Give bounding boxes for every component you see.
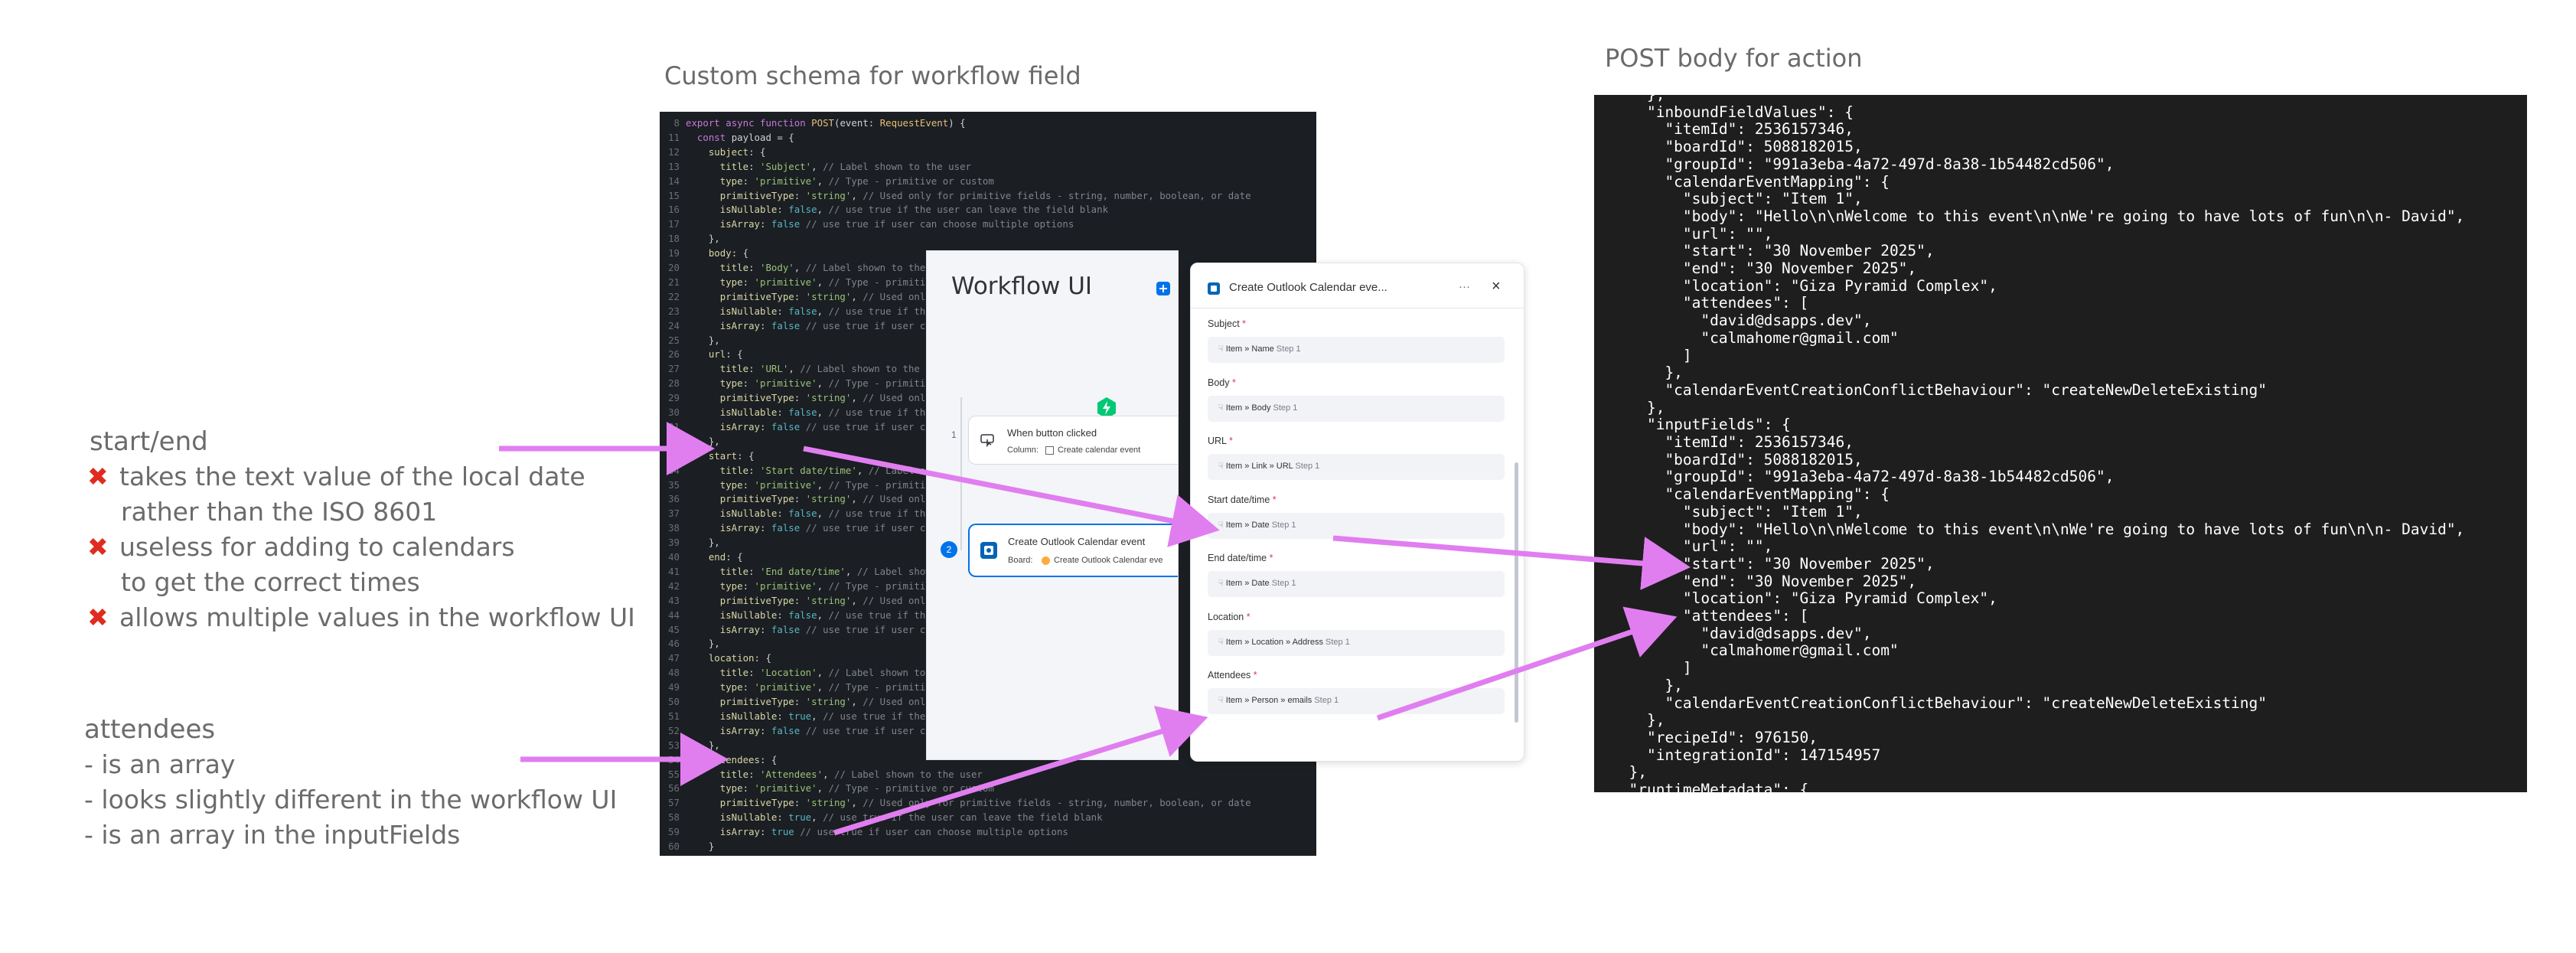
arrow-ui-attendees-to-post [1376,606,1678,721]
arrow-ui-start-to-post [1332,535,1691,590]
arrow-attendees-to-ui [833,706,1208,836]
arrows-overlay [499,422,1691,836]
arrow-start-to-ui [803,445,1220,547]
